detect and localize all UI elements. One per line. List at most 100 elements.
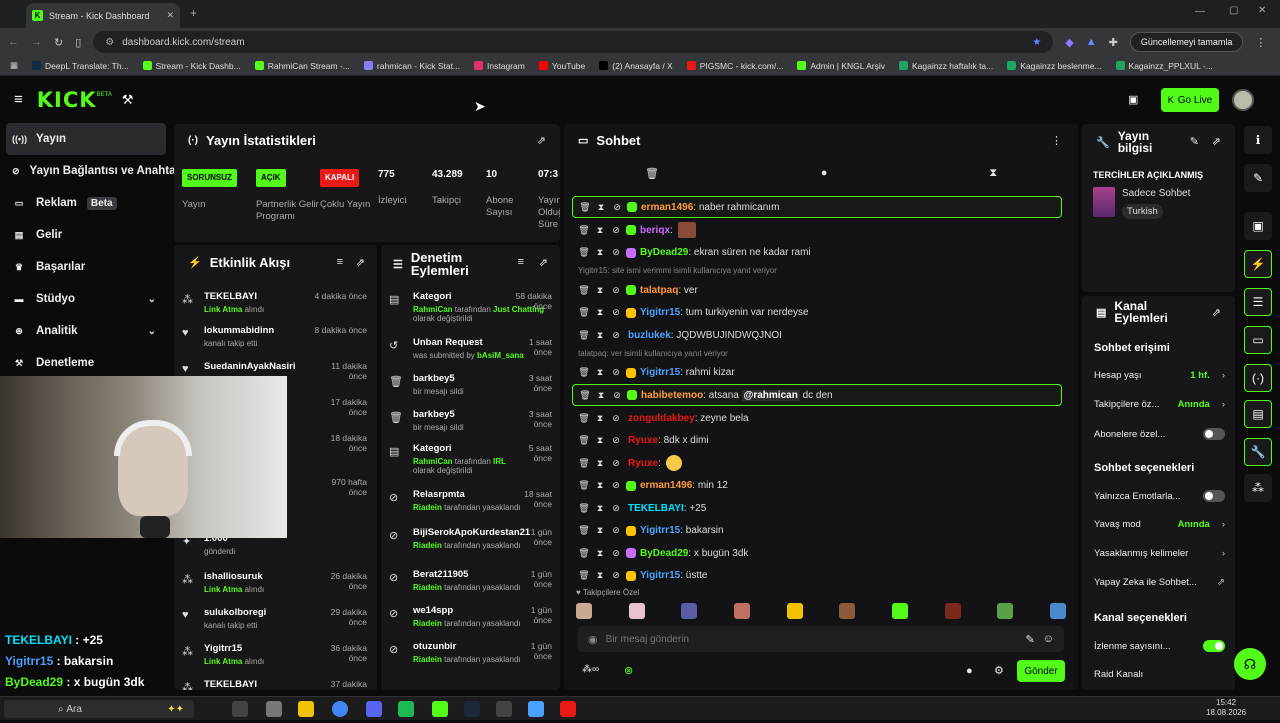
kick-logo[interactable]: KICK bbox=[37, 88, 97, 112]
chat-mention[interactable]: @rahmican bbox=[741, 389, 800, 401]
chat-username[interactable]: TEKELBAYI bbox=[628, 503, 684, 514]
timeout-tab-icon[interactable]: ⧗ bbox=[989, 167, 997, 180]
chat-username[interactable]: zonguldakbey bbox=[628, 413, 695, 424]
bookmark-item[interactable]: Instagram bbox=[474, 61, 525, 71]
emote-icon[interactable] bbox=[944, 603, 961, 619]
obs-icon[interactable] bbox=[496, 701, 512, 717]
new-tab-icon[interactable]: + bbox=[190, 6, 197, 20]
channel-action-row[interactable]: Abonelere özel... bbox=[1094, 428, 1225, 440]
ban-icon[interactable]: ⊘ bbox=[609, 390, 625, 401]
toggle-switch[interactable] bbox=[1203, 428, 1225, 440]
kick-app-icon[interactable] bbox=[432, 701, 448, 717]
support-headset-icon[interactable]: ☊ bbox=[1234, 648, 1266, 680]
delete-message-icon[interactable]: 🗑 bbox=[576, 307, 592, 318]
ban-icon[interactable]: ⊘ bbox=[608, 480, 624, 491]
emote-icon[interactable] bbox=[733, 603, 750, 619]
delete-message-icon[interactable]: 🗑 bbox=[576, 330, 592, 341]
ban-icon[interactable]: ⊘ bbox=[608, 413, 624, 424]
sidebar-item-5[interactable]: ▬ Stüdyo ⌄ bbox=[0, 283, 172, 315]
media-icon[interactable]: ▣ bbox=[1244, 212, 1272, 240]
chat-username[interactable]: beriqx bbox=[640, 225, 670, 236]
delete-message-icon[interactable]: 🗑 bbox=[576, 247, 592, 258]
extensions-puzzle-icon[interactable]: ✚ bbox=[1109, 36, 1118, 49]
bookmark-item[interactable]: PIGSMC - kick.com/... bbox=[686, 61, 783, 71]
chat-settings-bubble-icon[interactable]: ● bbox=[966, 665, 973, 677]
timeout-icon[interactable]: ⧗ bbox=[592, 435, 608, 446]
timeout-icon[interactable]: ⧗ bbox=[592, 247, 608, 258]
clock[interactable]: 15:42 18.08.2026 bbox=[1206, 698, 1246, 718]
delete-message-icon[interactable]: 🗑 bbox=[577, 390, 593, 401]
delete-message-icon[interactable]: 🗑 bbox=[576, 285, 592, 296]
ban-icon[interactable]: ⊘ bbox=[608, 525, 624, 536]
toggle-switch[interactable] bbox=[1203, 640, 1225, 652]
bookmark-star-icon[interactable]: ★ bbox=[1032, 37, 1041, 48]
timeout-icon[interactable]: ⧗ bbox=[592, 480, 608, 491]
chevron-down-icon[interactable]: ⌄ bbox=[148, 294, 156, 305]
taskbar-search[interactable]: ⌕ Ara ✦✦ bbox=[4, 700, 194, 718]
app-icon[interactable] bbox=[560, 701, 576, 717]
info-icon[interactable]: ℹ bbox=[1244, 126, 1272, 154]
messages-tab-icon[interactable]: ● bbox=[821, 167, 828, 179]
emote-icon[interactable] bbox=[786, 603, 803, 619]
bookmark-item[interactable]: Kagainzz beslenme... bbox=[1007, 61, 1102, 71]
hammer-icon[interactable]: ⚒ bbox=[122, 92, 134, 108]
edit-pencil-icon[interactable]: ✎ bbox=[1190, 135, 1199, 148]
ban-icon[interactable]: ⊘ bbox=[608, 435, 624, 446]
preview-icon[interactable]: ▣ bbox=[1128, 93, 1138, 106]
chevron-down-icon[interactable]: ⌄ bbox=[148, 326, 156, 337]
app-icon[interactable] bbox=[528, 701, 544, 717]
back-icon[interactable]: ← bbox=[8, 36, 19, 48]
explorer-icon[interactable] bbox=[266, 701, 282, 717]
popout-icon[interactable]: ⇗ bbox=[1212, 306, 1221, 319]
maximize-icon[interactable]: ▢ bbox=[1229, 5, 1238, 16]
filter-icon[interactable]: ≡ bbox=[337, 256, 343, 268]
channel-action-row[interactable]: Yasaklanmış kelimeler › bbox=[1094, 548, 1225, 559]
emote-icon[interactable] bbox=[681, 603, 698, 619]
chat-username[interactable]: ByDead29 bbox=[640, 247, 688, 258]
sidebar-item-1[interactable]: ⊘ Yayın Bağlantısı ve Anahtarı bbox=[0, 155, 183, 187]
bookmark-item[interactable]: Stream - Kick Dashb... bbox=[142, 61, 241, 71]
timeout-icon[interactable]: ⧗ bbox=[592, 330, 608, 341]
emote-icon[interactable] bbox=[576, 603, 592, 619]
chat-username[interactable]: Ryuxe bbox=[628, 435, 658, 446]
popout-icon[interactable]: ⇗ bbox=[356, 256, 365, 269]
delete-message-icon[interactable]: 🗑 bbox=[576, 367, 592, 378]
emote-icon[interactable] bbox=[997, 603, 1014, 619]
delete-message-icon[interactable]: 🗑 bbox=[577, 202, 593, 213]
timeout-icon[interactable]: ⧗ bbox=[592, 458, 608, 469]
stack-icon[interactable]: ▤ bbox=[1244, 400, 1272, 428]
timeout-icon[interactable]: ⧗ bbox=[593, 390, 609, 401]
chat-username[interactable]: habibetemoo bbox=[641, 390, 703, 401]
timeout-icon[interactable]: ⧗ bbox=[592, 525, 608, 536]
chat-username[interactable]: Yigitrr15 bbox=[640, 367, 680, 378]
lightning-icon[interactable]: ⚡ bbox=[1244, 250, 1272, 278]
popout-icon[interactable]: ⇗ bbox=[539, 256, 548, 269]
browser-tab[interactable]: K Stream - Kick Dashboard ✕ bbox=[26, 3, 180, 28]
steam-icon[interactable] bbox=[464, 701, 480, 717]
ban-icon[interactable]: ⊘ bbox=[608, 367, 624, 378]
close-window-icon[interactable]: ✕ bbox=[1258, 5, 1266, 16]
message-input[interactable] bbox=[605, 633, 1018, 645]
translate-icon[interactable]: ✎ bbox=[1026, 633, 1035, 646]
channel-action-row[interactable]: Yalnızca Emotlarla... bbox=[1094, 490, 1225, 502]
bookmark-item[interactable]: YouTube bbox=[538, 61, 585, 71]
popout-icon[interactable]: ⇗ bbox=[1212, 135, 1221, 148]
timeout-icon[interactable]: ⧗ bbox=[593, 202, 609, 213]
sidebar-item-7[interactable]: ⚒ Denetleme bbox=[0, 347, 172, 379]
kick-icon[interactable]: ⊗ bbox=[624, 664, 633, 677]
bookmark-item[interactable]: (2) Anasayfa / X bbox=[599, 61, 673, 71]
delete-message-icon[interactable]: 🗑 bbox=[576, 548, 592, 559]
settings-gear-icon[interactable]: ⚙ bbox=[994, 664, 1004, 677]
channel-action-row[interactable]: Raid Kanalı bbox=[1094, 669, 1225, 680]
ban-icon[interactable]: ⊘ bbox=[608, 285, 624, 296]
ban-icon[interactable]: ⊘ bbox=[608, 503, 624, 514]
browser-menu-icon[interactable]: ⋮ bbox=[1255, 36, 1266, 49]
timeout-icon[interactable]: ⧗ bbox=[592, 285, 608, 296]
close-tab-icon[interactable]: ✕ bbox=[166, 10, 174, 21]
reload-icon[interactable]: ↻ bbox=[54, 36, 63, 49]
ban-icon[interactable]: ⊘ bbox=[608, 307, 624, 318]
ban-icon[interactable]: ⊘ bbox=[609, 202, 625, 213]
points-icon[interactable]: ⁂∞ bbox=[582, 664, 599, 675]
popout-icon[interactable]: ⇗ bbox=[537, 134, 546, 147]
avatar[interactable] bbox=[1232, 89, 1254, 111]
